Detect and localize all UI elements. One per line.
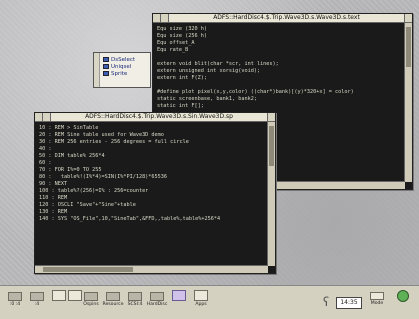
iconbar-scsi[interactable]: SCSI:4 xyxy=(124,290,146,316)
apps-folder-icon xyxy=(194,290,208,301)
scroll-thumb[interactable] xyxy=(406,27,411,67)
scroll-thumb[interactable] xyxy=(269,126,274,166)
iconbar-label: Apps xyxy=(195,302,207,307)
toggle-size-icon[interactable] xyxy=(267,113,275,121)
code-line: Equ size (256 h) xyxy=(157,33,207,39)
front-code-area[interactable]: 10 : REM > SinTable 20 : REM Sine table u… xyxy=(39,125,265,265)
back-window-title: ADFS::HardDisc4.$.Trip.Wave3D.s.Wave3D.s… xyxy=(213,14,360,21)
iconbar-label: SCSI:4 xyxy=(127,302,143,307)
floppy-drive-icon xyxy=(8,292,22,301)
iconbar-label: Ospins xyxy=(83,302,99,307)
palette-icon xyxy=(172,290,186,301)
front-horizontal-scrollbar[interactable] xyxy=(35,265,268,273)
menu-item-label: Sprite xyxy=(111,70,128,77)
iconbar-palette[interactable] xyxy=(168,290,190,316)
file-icon xyxy=(103,64,109,69)
code-line: Equ rate_B xyxy=(157,47,189,53)
code-line: Equ offset_A xyxy=(157,40,195,46)
code-line: 100 : table%?(256)=I% : 256=counter xyxy=(39,188,149,194)
task-manager-icon[interactable]: ʕ xyxy=(323,295,331,309)
code-line: 60 : xyxy=(39,160,52,166)
iconbar-label: Mode xyxy=(370,301,384,306)
iconbar-label: Resource xyxy=(102,302,124,307)
code-line: static int F[]; xyxy=(157,103,204,109)
code-line: Equ size (320 h) xyxy=(157,26,207,32)
acorn-icon xyxy=(397,290,409,302)
code-line: extern int F(Z); xyxy=(157,75,207,81)
toggle-size-icon[interactable] xyxy=(404,14,412,22)
iconbar-harddisc[interactable]: :4 xyxy=(26,290,48,316)
menu-item-dsselect[interactable]: DsSelect xyxy=(101,56,135,63)
code-line: 110 : REM xyxy=(39,195,68,201)
iconbar-harddisc2[interactable]: HardDisc xyxy=(146,290,168,316)
code-line: 40 : xyxy=(39,146,52,152)
code-line: extern unsigned int xorsig(void); xyxy=(157,68,261,74)
code-line: 20 : REM Sine table used for Wave3D demo xyxy=(39,132,164,138)
code-line: 30 : REM 256 entries - 256 degrees = ful… xyxy=(39,139,189,145)
file-icon xyxy=(103,57,109,62)
drive-icon xyxy=(84,292,98,301)
clock-display[interactable]: 14:35 xyxy=(336,297,362,309)
code-line: #define plot pixel(x,y,color) ((char*)ba… xyxy=(157,89,354,95)
iconbar-apps-folder[interactable]: Apps xyxy=(190,290,212,316)
menu-item-label: Uniqsel xyxy=(111,63,132,70)
iconbar-acorn[interactable] xyxy=(392,290,414,316)
iconbar-label: :4 xyxy=(34,302,40,307)
code-line: 120 : OSCLI "Save"+"Sine"+table xyxy=(39,202,136,208)
front-window-titlebar[interactable]: ADFS::HardDisc4.$.Trip.Wave3D.s.Sin.Wave… xyxy=(35,113,275,122)
display-mode-icon xyxy=(370,292,384,300)
iconbar-resource[interactable]: Resource xyxy=(102,290,124,316)
close-icon[interactable] xyxy=(161,14,169,22)
iconbar-ospins[interactable]: Ospins xyxy=(80,290,102,316)
code-line: 10 : REM > SinTable xyxy=(39,125,99,131)
scroll-thumb[interactable] xyxy=(43,267,133,272)
iconbar-floppy[interactable]: :0 :4 xyxy=(4,290,26,316)
close-icon[interactable] xyxy=(43,113,51,121)
iconbar: :0 :4 :4 Ospins Resource SCSI:4 HardDisc… xyxy=(0,285,419,319)
file-icon xyxy=(103,71,109,76)
code-line: 140 : SYS "OS_File",10,"SineTab",&FFD,,t… xyxy=(39,216,221,222)
menu-item-label: DsSelect xyxy=(111,56,136,63)
menu-shade xyxy=(94,53,100,87)
back-window-titlebar[interactable]: ADFS::HardDisc4.$.Trip.Wave3D.s.Wave3D.s… xyxy=(153,14,412,23)
selection-menu-window[interactable]: DsSelect Uniqsel Sprite xyxy=(93,52,151,88)
front-editor-window[interactable]: ADFS::HardDisc4.$.Trip.Wave3D.s.Sin.Wave… xyxy=(34,112,276,274)
code-line: 130 : REM xyxy=(39,209,68,215)
back-button-icon[interactable] xyxy=(153,14,161,22)
menu-item-uniqsel[interactable]: Uniqsel xyxy=(101,63,135,70)
code-line: 70 : FOR I%=0 TO 255 xyxy=(39,167,102,173)
drive-icon xyxy=(106,292,120,301)
iconbar-label: HardDisc xyxy=(146,302,168,307)
front-vertical-scrollbar[interactable] xyxy=(267,122,275,266)
iconbar-label: :0 :4 xyxy=(9,302,21,307)
drive-icon xyxy=(128,292,142,301)
code-line: 50 : DIM table% 256*4 xyxy=(39,153,105,159)
drive-icon xyxy=(150,292,164,301)
back-vertical-scrollbar[interactable] xyxy=(404,23,412,182)
front-window-title: ADFS::HardDisc4.$.Trip.Wave3D.s.Sin.Wave… xyxy=(85,113,233,120)
code-line: 90 : NEXT xyxy=(39,181,68,187)
back-button-icon[interactable] xyxy=(35,113,43,121)
hard-drive-icon xyxy=(30,292,44,301)
iconbar-mode[interactable]: Mode xyxy=(366,290,388,316)
code-line: extern void blit(char *scr, int lines); xyxy=(157,61,279,67)
menu-item-sprite[interactable]: Sprite xyxy=(101,70,135,77)
code-line: static screenbase, bank1, bank2; xyxy=(157,96,257,102)
code-line: 80 : table%!(I%*4)=SIN(I%*PI/128)*65536 xyxy=(39,174,168,180)
